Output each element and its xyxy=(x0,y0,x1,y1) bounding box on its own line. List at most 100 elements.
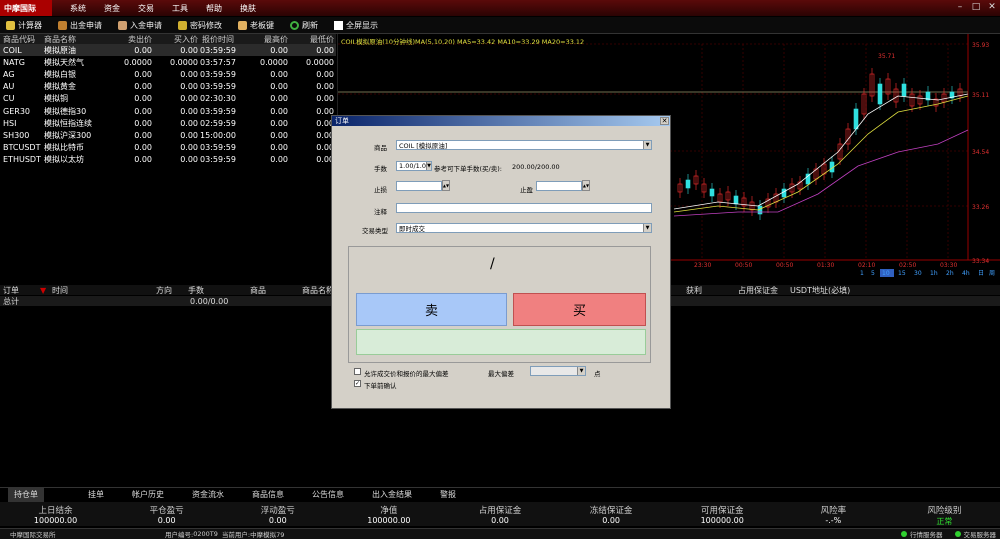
quote-cell: 0.00 xyxy=(316,45,334,55)
chevron-down-icon: ▼ xyxy=(643,224,651,232)
price-tick-label: 33.26 xyxy=(972,204,989,211)
quote-header: 商品代码 商品名称 卖出价 买入价 报价时间 最高价 最低价 xyxy=(0,34,336,44)
quote-cell: 0.00 xyxy=(270,130,288,140)
period-button-2h: 2h xyxy=(946,270,954,277)
quote-cell: 模拟比特币 xyxy=(44,143,84,153)
quote-cell: 0.00 xyxy=(270,82,288,92)
fullscreen-button[interactable]: 全屏显示 xyxy=(334,20,378,31)
refresh-button[interactable]: 刷新 xyxy=(290,20,318,31)
calculator-label: 计算器 xyxy=(18,20,42,30)
close-button[interactable]: ✕ xyxy=(984,0,1000,14)
product-select[interactable]: COIL [模拟原油] ▼ xyxy=(396,140,652,150)
user-id-label: 用户编号: xyxy=(165,531,194,539)
password-button[interactable]: 密码修改 xyxy=(178,20,222,31)
quote-row[interactable]: COIL 模拟原油 0.00 0.00 03:59:59 0.00 0.00 xyxy=(0,44,336,57)
quote-cell: 模拟德指30 xyxy=(44,106,87,116)
type-select[interactable]: 即时成交 ▼ xyxy=(396,223,652,233)
quote-cell: 0.00 xyxy=(270,155,288,165)
quote-cell: 0.00 xyxy=(180,82,198,92)
quote-cell: 0.00 xyxy=(316,82,334,92)
dialog-titlebar[interactable]: 订单 ✕ xyxy=(332,116,670,126)
quote-cell: CU xyxy=(3,94,15,104)
floating-pl-label: 浮动盈亏 xyxy=(260,506,295,516)
stoploss-spinner[interactable]: ▲▼ xyxy=(442,180,450,191)
current-user-label: 当前用户: xyxy=(221,531,251,539)
quote-row[interactable]: HSI 模拟恒指连续 0.00 0.00 02:59:59 0.00 0.00 xyxy=(0,117,336,129)
total-value: 0.00/0.00 xyxy=(190,296,229,306)
boss-key-button[interactable]: 老板键 xyxy=(238,20,274,31)
allow-deviation-label: 允许成交价和报价的最大偏差 xyxy=(364,370,449,378)
menu-system[interactable]: 系统 xyxy=(70,3,86,14)
sort-arrow-icon[interactable]: ▼ xyxy=(40,286,52,295)
quote-cell: 03:59:59 xyxy=(200,143,236,153)
quote-server-status-icon xyxy=(901,531,907,537)
risk-level-label: 风险级别 xyxy=(927,506,962,516)
ma20-line xyxy=(673,129,969,217)
quote-row[interactable]: ETHUSDT 模拟以太坊 0.00 0.00 03:59:59 0.00 0.00 xyxy=(0,154,336,166)
sell-button[interactable]: 卖 xyxy=(356,293,507,326)
menu-tools[interactable]: 工具 xyxy=(172,3,188,14)
max-deviation-select[interactable]: ▼ xyxy=(530,366,586,376)
period-button-1h: 1h xyxy=(930,270,938,277)
allow-deviation-checkbox[interactable] xyxy=(354,368,361,375)
tab-pending[interactable]: 挂单 xyxy=(88,489,104,500)
col-margin: 占用保证金 xyxy=(738,285,778,295)
quote-cell: 0.00 xyxy=(180,155,198,165)
withdraw-button[interactable]: 出金申请 xyxy=(58,20,102,31)
hand-icon xyxy=(238,20,247,30)
quote-cell: 模拟铜 xyxy=(44,94,68,104)
current-user-value: 中摩模拟79 xyxy=(250,531,285,539)
quote-row[interactable]: AG 模拟白银 0.00 0.00 03:59:59 0.00 0.00 xyxy=(0,68,336,80)
dialog-close-button[interactable]: ✕ xyxy=(660,117,669,125)
buy-button[interactable]: 买 xyxy=(513,293,646,326)
available-margin-value: 100000.00 xyxy=(700,516,744,525)
frozen-margin-label: 冻结保证金 xyxy=(589,506,633,516)
quote-cell: 03:59:59 xyxy=(200,69,236,79)
calculator-button[interactable]: 计算器 xyxy=(6,20,42,31)
menu-skin[interactable]: 换肤 xyxy=(240,3,256,14)
lots-select[interactable]: 1.00/1.0 ▼ xyxy=(396,161,432,171)
quote-cell: 0.00 xyxy=(270,118,288,128)
time-tick-label: 23:30 xyxy=(694,262,711,269)
password-label: 密码修改 xyxy=(190,20,222,30)
tab-positions[interactable]: 持仓单 xyxy=(8,487,44,502)
maximize-button[interactable]: □ xyxy=(968,0,984,14)
takeprofit-spinner[interactable]: ▲▼ xyxy=(582,180,590,191)
minimize-button[interactable]: – xyxy=(952,0,968,14)
quote-server-label: 行情服务器 xyxy=(910,531,943,539)
tab-history[interactable]: 帐户历史 xyxy=(132,489,164,500)
quote-cell: 02:59:59 xyxy=(200,118,236,128)
quote-row[interactable]: SH300 模拟沪深300 0.00 0.00 15:00:00 0.00 0.00 xyxy=(0,129,336,141)
takeprofit-input[interactable] xyxy=(536,181,582,191)
quote-row[interactable]: CU 模拟铜 0.00 0.00 02:30:30 0.00 0.00 xyxy=(0,93,336,105)
quote-row[interactable]: GER30 模拟德指30 0.00 0.00 03:59:59 0.00 0.00 xyxy=(0,105,336,117)
quote-cell: 0.00 xyxy=(180,69,198,79)
menu-funds[interactable]: 资金 xyxy=(104,3,120,14)
price-tick-label: 33.34 xyxy=(972,258,989,265)
menu-help[interactable]: 帮助 xyxy=(206,3,222,14)
quote-cell: AG xyxy=(3,69,15,79)
quote-row[interactable]: BTCUSDT 模拟比特币 0.00 0.00 03:59:59 0.00 0.00 xyxy=(0,142,336,154)
deposit-button[interactable]: 入金申请 xyxy=(118,20,162,31)
quote-cell: 0.00 xyxy=(270,94,288,104)
quote-cell: 0.00 xyxy=(180,94,198,104)
tab-notice[interactable]: 公告信息 xyxy=(312,489,344,500)
type-label: 交易类型 xyxy=(362,227,388,235)
tab-alerts[interactable]: 警报 xyxy=(440,489,456,500)
menu-trade[interactable]: 交易 xyxy=(138,3,154,14)
tab-product-info[interactable]: 商品信息 xyxy=(252,489,284,500)
quote-cell: 0.00 xyxy=(180,45,198,55)
used-margin-value: 0.00 xyxy=(491,516,509,525)
quote-row[interactable]: AU 模拟黄金 0.00 0.00 03:59:59 0.00 0.00 xyxy=(0,81,336,93)
note-input[interactable] xyxy=(396,203,652,213)
quote-row[interactable]: NATG 模拟天然气 0.0000 0.0000 03:57:57 0.0000 0.000… xyxy=(0,56,336,68)
quote-cell: 模拟恒指连续 xyxy=(44,118,92,128)
tab-cashflow[interactable]: 资金流水 xyxy=(192,489,224,500)
confirm-checkbox[interactable]: ✓ xyxy=(354,380,361,387)
quote-cell: 03:57:57 xyxy=(200,57,236,67)
stoploss-input[interactable] xyxy=(396,181,442,191)
quote-cell: 0.00 xyxy=(134,69,152,79)
tab-fund-result[interactable]: 出入金结果 xyxy=(372,489,412,500)
risk-rate-value: -.-% xyxy=(825,516,842,525)
quote-cell: 0.0000 xyxy=(306,57,334,67)
